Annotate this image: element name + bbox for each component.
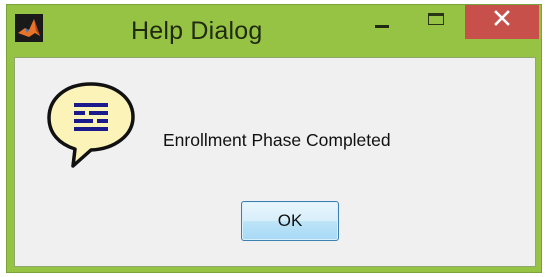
dialog-message: Enrollment Phase Completed — [163, 130, 391, 150]
bottom-edge — [0, 273, 548, 277]
dialog-body: Enrollment Phase Completed OK — [14, 57, 536, 267]
ok-button[interactable]: OK — [241, 201, 339, 241]
minimize-icon — [375, 24, 389, 28]
maximize-icon — [428, 13, 444, 25]
minimize-button[interactable] — [359, 5, 405, 39]
matlab-logo-icon — [15, 14, 43, 42]
help-speech-bubble-icon — [47, 82, 135, 168]
maximize-button[interactable] — [413, 5, 459, 39]
close-button[interactable] — [465, 5, 539, 39]
help-dialog-window: Help Dialog Enrollment Phase Completed O… — [6, 4, 542, 273]
window-title: Help Dialog — [131, 17, 263, 45]
close-icon — [494, 10, 510, 26]
title-bar[interactable]: Help Dialog — [7, 5, 541, 57]
